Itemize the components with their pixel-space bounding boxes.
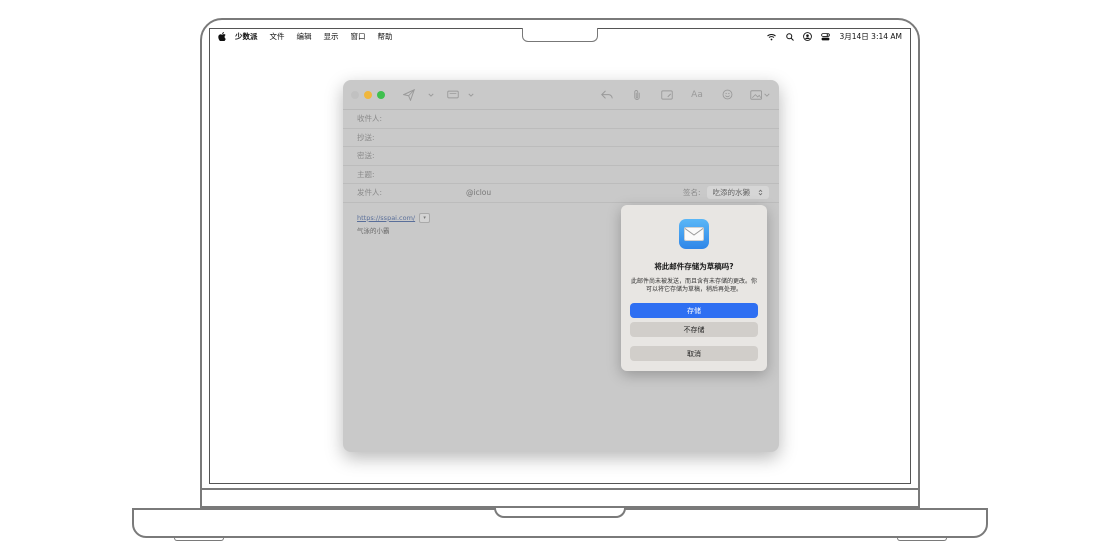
signature-label: 签名: — [683, 188, 701, 198]
chevron-down-icon[interactable] — [423, 87, 439, 103]
camera-notch — [522, 28, 598, 42]
menu-clock[interactable]: 3月14日 3:14 AM — [839, 31, 902, 42]
desktop: Aa 收件人: 抄送: 密送: 主题: 发件人: @iclou 签名: 吃添的水… — [210, 44, 910, 483]
laptop-foot-left — [174, 537, 224, 541]
chevron-down-icon[interactable] — [467, 87, 475, 103]
compose-toolbar: Aa — [343, 80, 779, 110]
from-account-select[interactable]: @iclou — [466, 188, 491, 197]
reply-icon[interactable] — [599, 87, 615, 103]
screen: 少数派 文件 编辑 显示 窗口 帮助 3月14日 3:14 AM Aa 收件人:… — [209, 28, 911, 484]
menu-help[interactable]: 帮助 — [378, 31, 393, 42]
up-down-chevron-icon — [758, 189, 763, 196]
bcc-label: 密送: — [357, 151, 375, 161]
traffic-lights — [351, 90, 385, 99]
user-account-icon[interactable] — [803, 32, 813, 41]
dialog-title: 将此邮件存储为草稿吗? — [654, 262, 734, 271]
header-fields-icon[interactable] — [445, 87, 461, 103]
body-link[interactable]: https://sspai.com/ — [357, 214, 415, 222]
to-label: 收件人: — [357, 114, 383, 124]
wifi-icon[interactable] — [767, 32, 777, 41]
format-text-icon[interactable]: Aa — [689, 87, 705, 103]
signature-group: 签名: 吃添的水獭 — [683, 186, 770, 200]
emoji-icon[interactable] — [719, 87, 735, 103]
mail-compose-window: Aa 收件人: 抄送: 密送: 主题: 发件人: @iclou 签名: 吃添的水… — [343, 80, 779, 452]
dialog-message: 此邮件尚未被发送，而且含有未存储的更改。你可以将它存储为草稿，稍后再处理。 — [630, 278, 757, 293]
signature-select[interactable]: 吃添的水獭 — [706, 186, 770, 200]
laptop-base-groove — [494, 508, 626, 518]
search-icon[interactable] — [785, 32, 794, 41]
markup-icon[interactable] — [659, 87, 675, 103]
menu-file[interactable]: 文件 — [270, 31, 285, 42]
bcc-field[interactable]: 密送: — [343, 147, 779, 166]
subject-field[interactable]: 主题: — [343, 166, 779, 184]
cc-field[interactable]: 抄送: — [343, 129, 779, 147]
minimize-window-button[interactable] — [364, 90, 372, 99]
menu-view[interactable]: 显示 — [324, 31, 339, 42]
laptop-hinge — [200, 490, 920, 508]
save-button[interactable]: 存储 — [630, 303, 758, 318]
menu-app-name[interactable]: 少数派 — [235, 31, 258, 42]
apple-menu-icon[interactable] — [218, 32, 227, 41]
subject-label: 主题: — [357, 169, 375, 179]
photo-browser-icon[interactable] — [749, 87, 771, 103]
to-field[interactable]: 收件人: — [343, 110, 779, 129]
signature-value: 吃添的水獭 — [712, 188, 751, 198]
from-label: 发件人: — [357, 188, 383, 198]
menu-edit[interactable]: 编辑 — [297, 31, 312, 42]
link-options-chevron-icon[interactable]: ▾ — [419, 212, 431, 223]
close-window-button[interactable] — [351, 90, 359, 99]
cancel-button[interactable]: 取消 — [630, 346, 758, 361]
laptop-foot-right — [897, 537, 947, 541]
from-field: 发件人: @iclou 签名: 吃添的水獭 — [343, 184, 779, 203]
menu-window[interactable]: 窗口 — [351, 31, 366, 42]
zoom-window-button[interactable] — [377, 90, 385, 99]
dont-save-button[interactable]: 不存储 — [630, 322, 758, 337]
save-draft-dialog: 将此邮件存储为草稿吗? 此邮件尚未被发送，而且含有未存储的更改。你可以将它存储为… — [621, 205, 767, 371]
cc-label: 抄送: — [357, 132, 375, 142]
send-icon[interactable] — [401, 87, 417, 103]
mail-app-icon — [679, 219, 709, 249]
control-center-icon[interactable] — [821, 32, 831, 41]
attachment-icon[interactable] — [629, 87, 645, 103]
